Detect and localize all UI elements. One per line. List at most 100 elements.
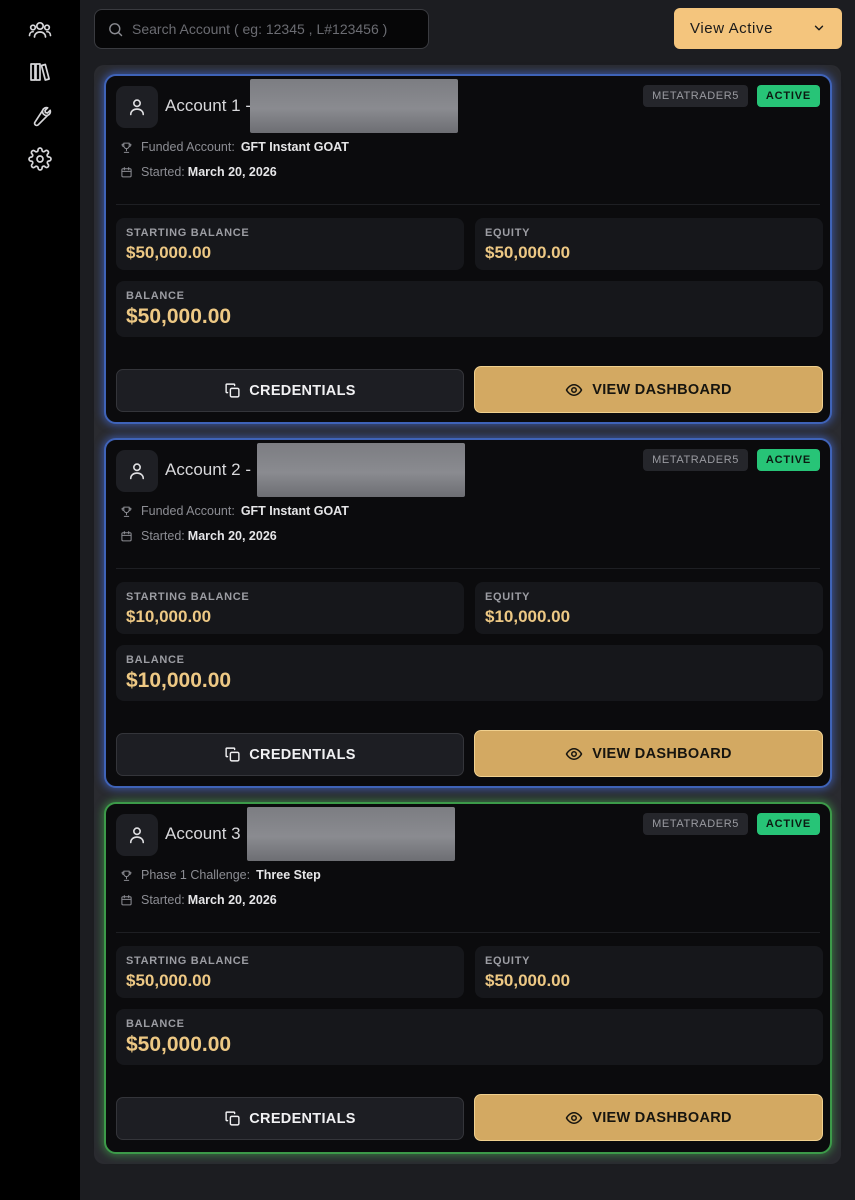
status-badge: ACTIVE xyxy=(756,85,820,107)
balance-value: $10,000.00 xyxy=(126,669,232,692)
starting-balance-label: STARTING BALANCE xyxy=(126,227,250,239)
user-icon xyxy=(129,463,145,480)
account-card-1: Account 1 - METATRADER5 ACTIVE Funded Ac… xyxy=(104,74,832,424)
eye-icon xyxy=(565,383,583,396)
started-label: Started: xyxy=(141,529,185,543)
balance-stat: BALANCE $50,000.00 xyxy=(116,1009,823,1065)
starting-balance-label: STARTING BALANCE xyxy=(126,591,250,603)
view-filter-label: View Active xyxy=(690,20,774,37)
account-type-label: Funded Account: xyxy=(141,504,235,518)
starting-balance-label: STARTING BALANCE xyxy=(126,955,250,967)
account-type-value: GFT Instant GOAT xyxy=(240,140,349,154)
view-dashboard-label: VIEW DASHBOARD xyxy=(592,1109,732,1126)
balance-value: $50,000.00 xyxy=(126,305,232,328)
users-icon[interactable] xyxy=(27,17,53,43)
started-row: Started: March 20, 2026 xyxy=(120,893,277,907)
account-type-row: Funded Account: GFT Instant GOAT xyxy=(120,504,349,518)
redacted-account-id xyxy=(247,807,455,861)
user-icon xyxy=(129,827,145,844)
account-type-label: Phase 1 Challenge: xyxy=(141,868,251,882)
account-type-row: Phase 1 Challenge: Three Step xyxy=(120,868,321,882)
sidebar xyxy=(0,0,80,1200)
credentials-button[interactable]: CREDENTIALS xyxy=(116,369,464,412)
account-card-3: Account 3 METATRADER5 ACTIVE Phase 1 Cha… xyxy=(104,802,832,1154)
user-icon xyxy=(129,99,145,116)
credentials-label: CREDENTIALS xyxy=(249,382,356,399)
status-badge: ACTIVE xyxy=(756,449,820,471)
redacted-account-id xyxy=(250,79,458,133)
account-type-value: GFT Instant GOAT xyxy=(240,504,349,518)
trophy-icon xyxy=(121,506,132,517)
started-row: Started: March 20, 2026 xyxy=(120,165,277,179)
view-dashboard-button[interactable]: VIEW DASHBOARD xyxy=(474,730,823,777)
view-dashboard-button[interactable]: VIEW DASHBOARD xyxy=(474,366,823,413)
starting-balance-value: $10,000.00 xyxy=(126,607,212,626)
search-icon xyxy=(109,22,123,36)
status-badge: ACTIVE xyxy=(756,813,820,835)
started-label: Started: xyxy=(141,165,185,179)
starting-balance-stat: STARTING BALANCE $50,000.00 xyxy=(116,946,464,998)
equity-label: EQUITY xyxy=(485,227,531,239)
starting-balance-stat: STARTING BALANCE $10,000.00 xyxy=(116,582,464,634)
account-type-value: Three Step xyxy=(256,868,321,882)
account-type-label: Funded Account: xyxy=(141,140,235,154)
platform-badge: METATRADER5 xyxy=(643,449,748,471)
equity-stat: EQUITY $10,000.00 xyxy=(475,582,823,634)
credentials-label: CREDENTIALS xyxy=(249,746,356,763)
avatar xyxy=(116,450,158,492)
divider xyxy=(116,932,820,933)
copy-icon xyxy=(225,383,240,398)
calendar-icon xyxy=(121,166,132,177)
equity-stat: EQUITY $50,000.00 xyxy=(475,946,823,998)
copy-icon xyxy=(225,1111,240,1126)
balance-label: BALANCE xyxy=(126,1018,185,1030)
balance-value: $50,000.00 xyxy=(126,1033,232,1056)
eye-icon xyxy=(565,1111,583,1124)
wrench-icon[interactable] xyxy=(27,103,53,129)
started-row: Started: March 20, 2026 xyxy=(120,529,277,543)
avatar xyxy=(116,814,158,856)
account-card-2: Account 2 - METATRADER5 ACTIVE Funded Ac… xyxy=(104,438,832,788)
view-dashboard-label: VIEW DASHBOARD xyxy=(592,745,732,762)
balance-label: BALANCE xyxy=(126,290,185,302)
balance-stat: BALANCE $50,000.00 xyxy=(116,281,823,337)
starting-balance-stat: STARTING BALANCE $50,000.00 xyxy=(116,218,464,270)
eye-icon xyxy=(565,747,583,760)
platform-badge: METATRADER5 xyxy=(643,813,748,835)
balance-stat: BALANCE $10,000.00 xyxy=(116,645,823,701)
account-name: Account 1 - xyxy=(165,96,251,115)
started-date: March 20, 2026 xyxy=(187,165,277,179)
equity-label: EQUITY xyxy=(485,955,531,967)
library-icon[interactable] xyxy=(27,59,53,85)
starting-balance-value: $50,000.00 xyxy=(126,971,212,990)
credentials-button[interactable]: CREDENTIALS xyxy=(116,733,464,776)
started-label: Started: xyxy=(141,893,185,907)
search-input[interactable] xyxy=(132,21,412,37)
account-name: Account 3 xyxy=(165,824,241,843)
equity-label: EQUITY xyxy=(485,591,531,603)
starting-balance-value: $50,000.00 xyxy=(126,243,212,262)
chevron-down-icon xyxy=(814,25,824,31)
started-date: March 20, 2026 xyxy=(187,893,277,907)
search-box[interactable] xyxy=(94,9,429,49)
equity-value: $10,000.00 xyxy=(485,607,571,626)
avatar xyxy=(116,86,158,128)
trophy-icon xyxy=(121,870,132,881)
credentials-label: CREDENTIALS xyxy=(249,1110,356,1127)
credentials-button[interactable]: CREDENTIALS xyxy=(116,1097,464,1140)
copy-icon xyxy=(225,747,240,762)
platform-badge: METATRADER5 xyxy=(643,85,748,107)
divider xyxy=(116,204,820,205)
calendar-icon xyxy=(121,894,132,905)
equity-stat: EQUITY $50,000.00 xyxy=(475,218,823,270)
view-dashboard-button[interactable]: VIEW DASHBOARD xyxy=(474,1094,823,1141)
equity-value: $50,000.00 xyxy=(485,971,571,990)
view-filter-dropdown[interactable]: View Active xyxy=(674,8,842,49)
divider xyxy=(116,568,820,569)
account-type-row: Funded Account: GFT Instant GOAT xyxy=(120,140,349,154)
balance-label: BALANCE xyxy=(126,654,185,666)
account-name: Account 2 - xyxy=(165,460,251,479)
trophy-icon xyxy=(121,142,132,153)
view-dashboard-label: VIEW DASHBOARD xyxy=(592,381,732,398)
gear-icon[interactable] xyxy=(27,146,53,172)
